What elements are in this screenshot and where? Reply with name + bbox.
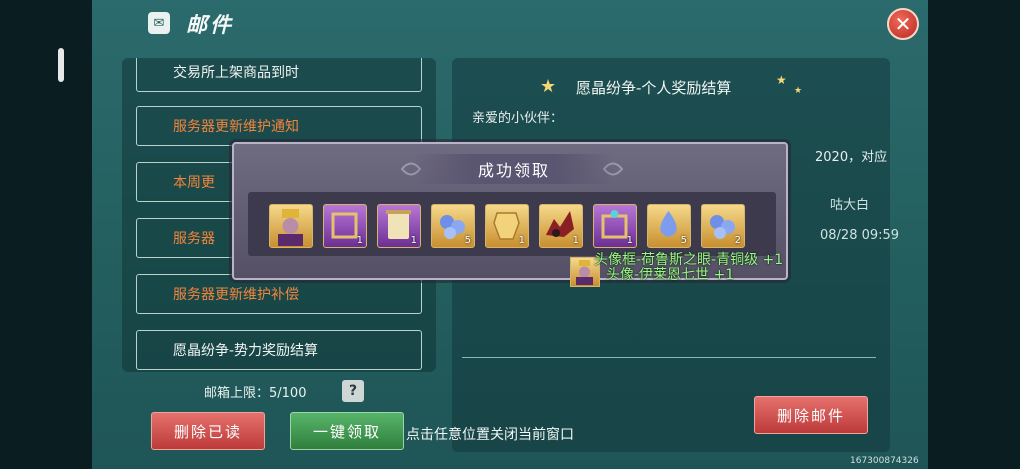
reward-slot[interactable]: 1 <box>539 204 583 248</box>
window-title: 邮件 <box>186 13 234 37</box>
mail-item-label: 交易所上架商品到时 <box>173 65 299 81</box>
mail-item-label: 服务器更新维护通知 <box>173 119 299 135</box>
delete-read-button[interactable]: 删除已读 <box>151 412 265 450</box>
divider <box>462 357 876 358</box>
mail-list-item[interactable]: 服务器更新维护补偿 <box>136 274 422 314</box>
mail-list-item[interactable]: 交易所上架商品到时 <box>136 58 422 92</box>
reward-slot[interactable]: 2 <box>701 204 745 248</box>
mailbox-limit: 邮箱上限：5/100 <box>204 386 307 401</box>
mail-window-icon: ✉ <box>148 12 170 34</box>
mail-item-label: 服务器 <box>173 231 215 247</box>
mail-list-item[interactable]: 愿晶纷争-势力奖励结算 <box>136 330 422 370</box>
delete-mail-button[interactable]: 删除邮件 <box>754 396 868 434</box>
reward-slot[interactable]: 1 <box>485 204 529 248</box>
mail-detail-title: 愿晶纷争-个人奖励结算 <box>576 79 732 97</box>
game-screen: ✉ 邮件 ✕ 交易所上架商品到时 服务器更新维护通知 本周更 服务器 服务器更新… <box>0 0 1020 469</box>
mail-item-label: 服务器更新维护补偿 <box>173 287 299 303</box>
left-backdrop <box>0 0 92 469</box>
reward-qty: 1 <box>410 235 417 246</box>
mail-body-text: 2020，对应 <box>815 150 888 165</box>
help-button[interactable]: ? <box>342 380 364 402</box>
reward-slot[interactable]: 5 <box>647 204 691 248</box>
reward-qty: 1 <box>572 235 579 246</box>
reward-qty: 5 <box>464 235 471 246</box>
reward-slot[interactable]: 1 <box>593 204 637 248</box>
reward-qty: 1 <box>626 235 633 246</box>
mail-sender: 咕大白 <box>830 198 870 213</box>
reward-qty: 1 <box>518 235 525 246</box>
star-icon: ★ <box>540 76 557 97</box>
close-button[interactable]: ✕ <box>887 8 919 40</box>
reward-slot[interactable]: 1 <box>323 204 367 248</box>
reward-float-text: 头像-伊莱恩七世 +1 <box>606 267 735 283</box>
claim-all-button[interactable]: 一键领取 <box>290 412 404 450</box>
close-hint: 点击任意位置关闭当前窗口 <box>406 427 574 443</box>
star-icon: ★ <box>794 86 803 96</box>
reward-qty: 2 <box>734 235 741 246</box>
mail-greeting: 亲爱的小伙伴： <box>472 111 564 126</box>
star-icon: ★ <box>776 73 787 87</box>
avatar-icon <box>278 209 303 246</box>
mail-item-label: 本周更 <box>173 175 215 191</box>
user-id: 167300874326 <box>850 456 919 466</box>
mail-date: 08/28 09:59 <box>820 228 900 243</box>
reward-dialog-title: 成功领取 <box>414 154 614 184</box>
reward-slot[interactable] <box>269 204 313 248</box>
reward-qty: 5 <box>680 235 687 246</box>
reward-slot[interactable]: 5 <box>431 204 475 248</box>
reward-qty: 1 <box>356 235 363 246</box>
right-backdrop <box>928 0 1020 469</box>
mail-item-label: 愿晶纷争-势力奖励结算 <box>173 343 319 359</box>
mail-list-item[interactable]: 服务器更新维护通知 <box>136 106 422 146</box>
side-slider-handle[interactable] <box>58 48 64 82</box>
reward-slot[interactable]: 1 <box>377 204 421 248</box>
